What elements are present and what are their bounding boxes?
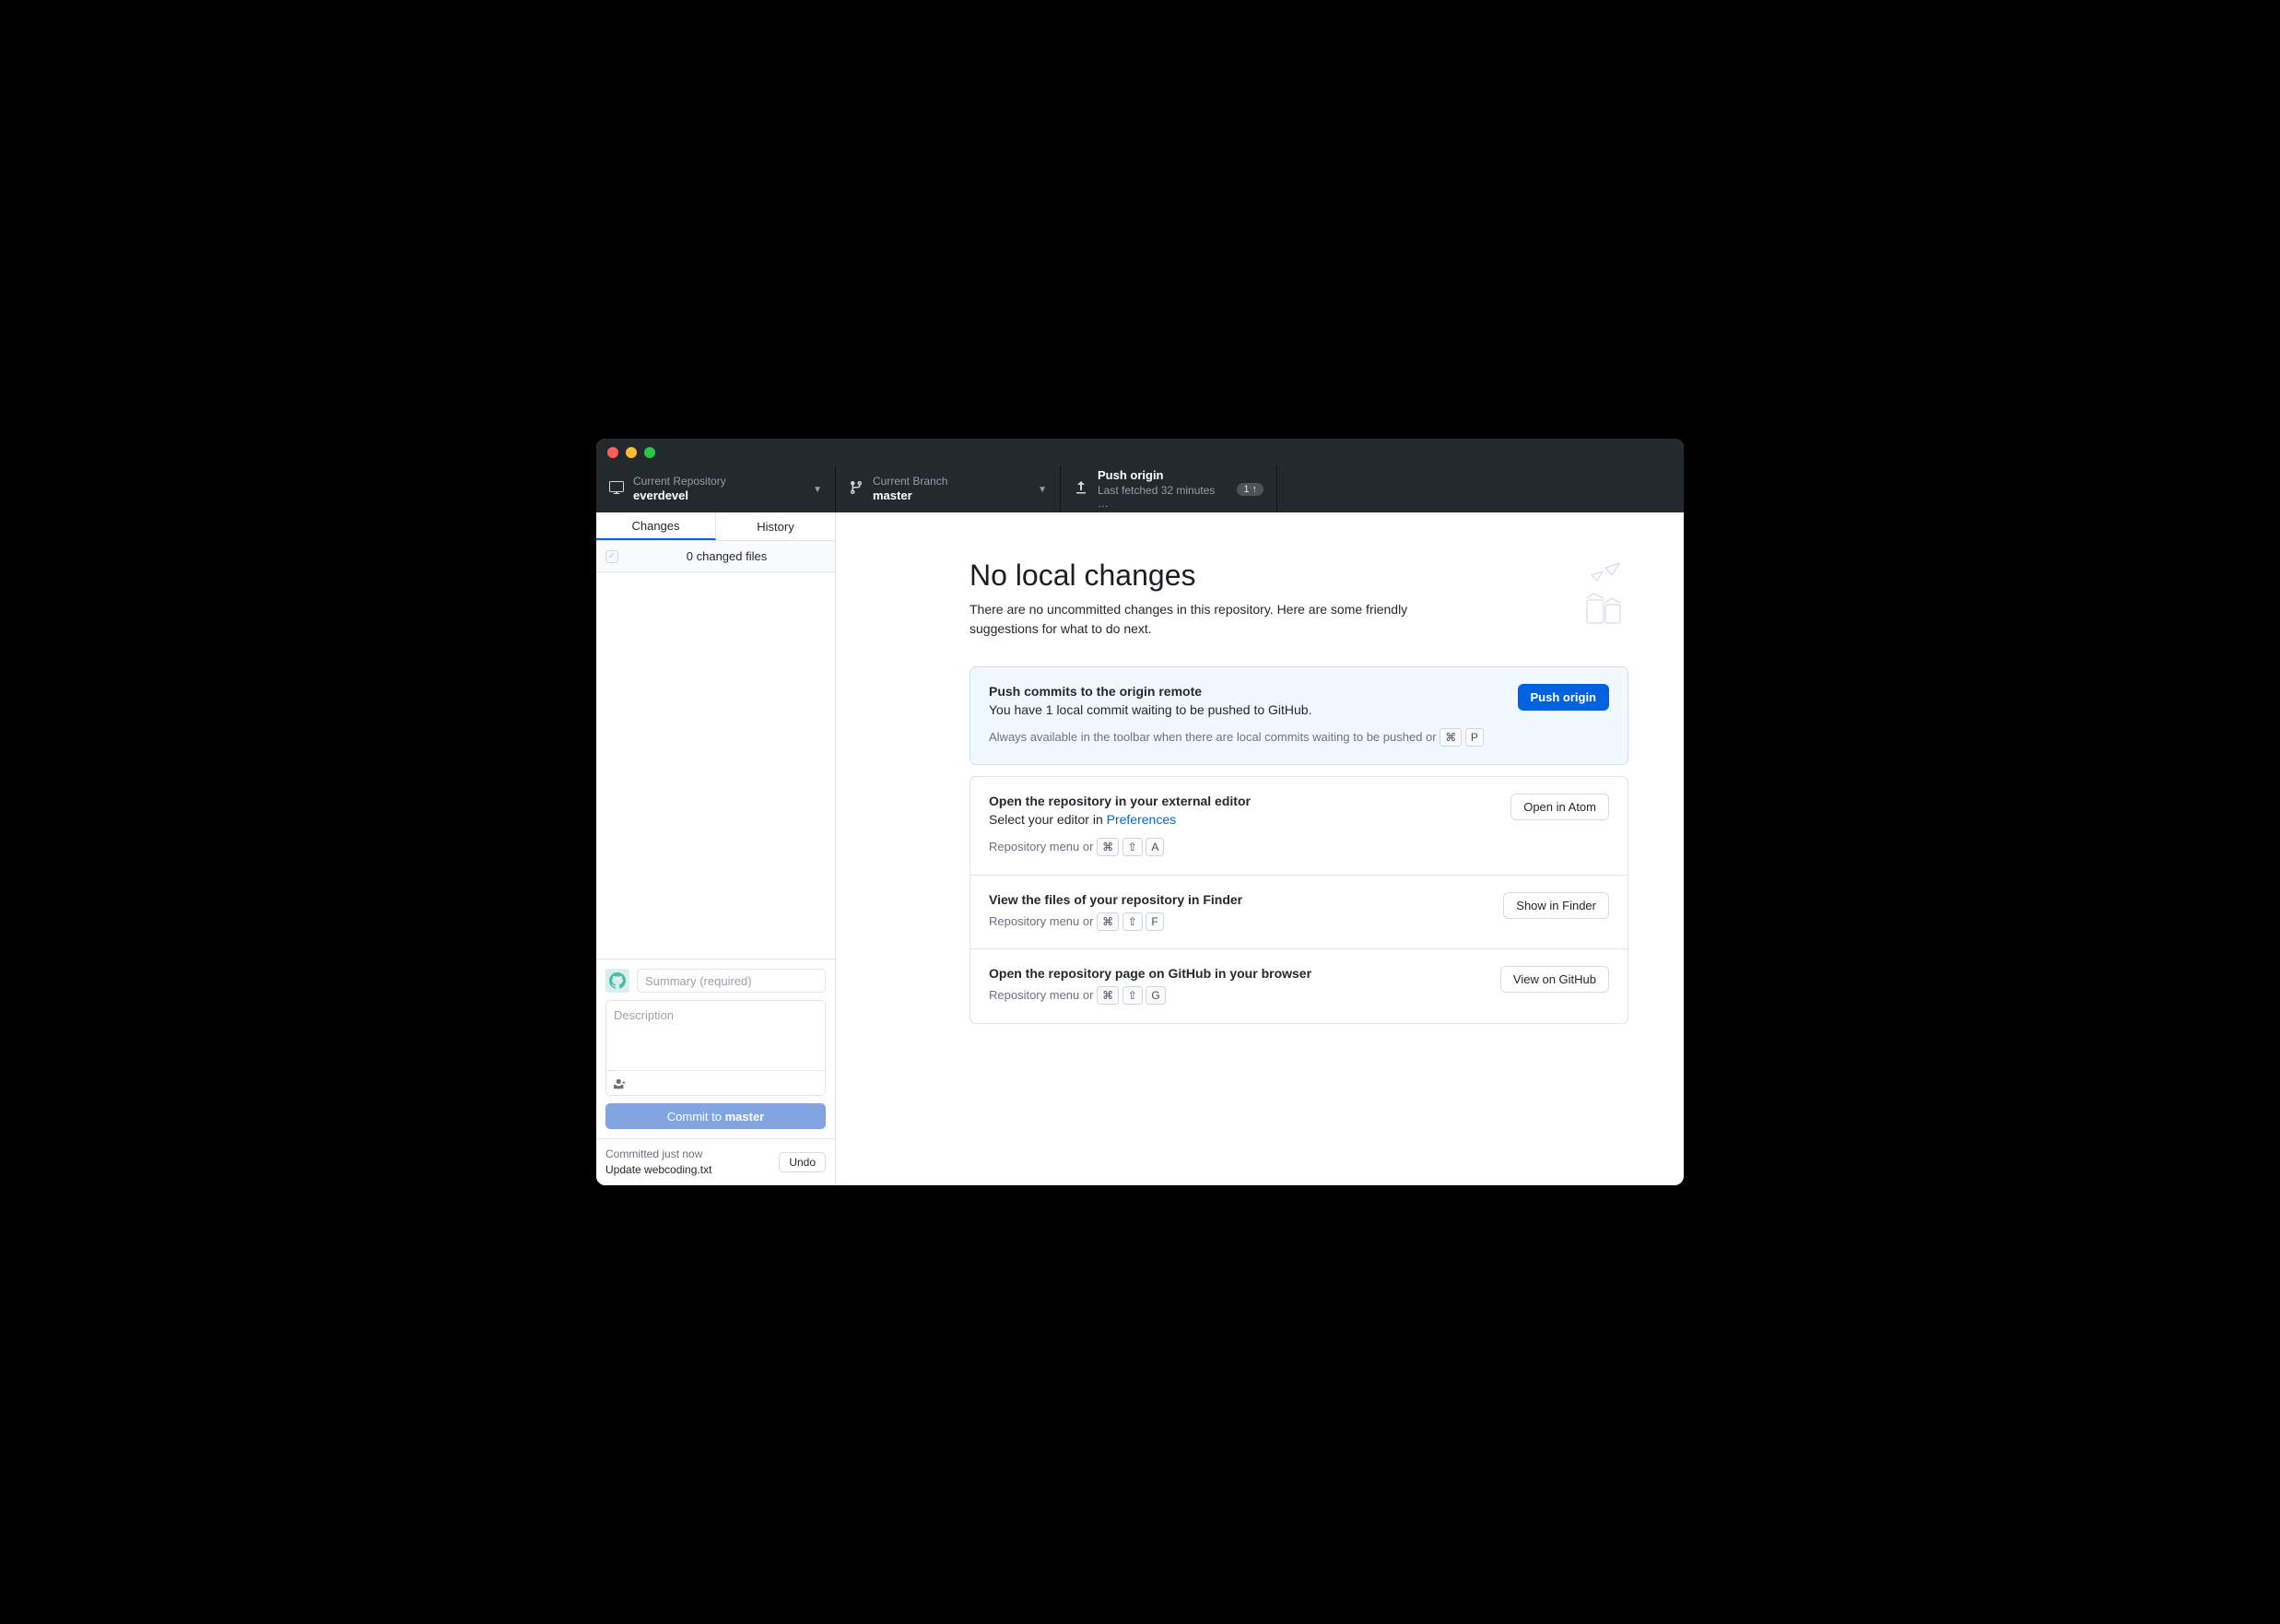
titlebar [596,439,1684,466]
editor-card-desc: Select your editor in Preferences [989,812,1492,827]
open-in-atom-button[interactable]: Open in Atom [1510,794,1609,820]
show-in-finder-button[interactable]: Show in Finder [1503,892,1609,919]
file-list [596,572,835,959]
push-value: Last fetched 32 minutes … [1098,484,1228,511]
add-coauthor-button[interactable] [606,1070,825,1095]
push-card-title: Push commits to the origin remote [989,684,1499,699]
undo-button[interactable]: Undo [779,1152,826,1172]
avatar [605,969,629,993]
view-on-github-button[interactable]: View on GitHub [1500,966,1609,993]
editor-card: Open the repository in your external edi… [970,776,1628,875]
sidebar: Changes History ✓ 0 changed files [596,512,836,1185]
chevron-down-icon: ▼ [1038,485,1047,495]
tab-changes[interactable]: Changes [596,512,716,540]
app-window: Current Repository everdevel ▼ Current B… [596,439,1684,1185]
chevron-down-icon: ▼ [813,485,822,495]
push-card-hint: Always available in the toolbar when the… [989,726,1499,747]
push-origin-button[interactable]: Push origin Last fetched 32 minutes … 1↑ [1061,466,1277,512]
github-card-hint: Repository menu or ⌘ ⇧ G [989,984,1482,1006]
minimize-window-button[interactable] [626,447,637,458]
changes-count: 0 changed files [628,549,826,563]
last-commit-bar: Committed just now Update webcoding.txt … [596,1138,835,1185]
decorative-illustration [1555,559,1628,637]
changes-header: ✓ 0 changed files [596,541,835,572]
last-commit-time: Committed just now [605,1147,711,1162]
repo-label: Current Repository [633,475,804,488]
page-title: No local changes [970,559,1628,593]
github-card: Open the repository page on GitHub in yo… [970,949,1628,1023]
push-origin-action-button[interactable]: Push origin [1518,684,1610,711]
current-repository-dropdown[interactable]: Current Repository everdevel ▼ [596,466,836,512]
last-commit-message: Update webcoding.txt [605,1162,711,1178]
select-all-checkbox[interactable]: ✓ [605,550,618,563]
finder-card: View the files of your repository in Fin… [970,876,1628,949]
github-card-title: Open the repository page on GitHub in yo… [989,966,1482,981]
repo-value: everdevel [633,488,804,504]
toolbar: Current Repository everdevel ▼ Current B… [596,466,1684,512]
push-card: Push commits to the origin remote You ha… [970,666,1628,765]
branch-icon [849,480,864,500]
content-area: Changes History ✓ 0 changed files [596,512,1684,1185]
commit-form: Commit to master [596,959,835,1138]
finder-card-title: View the files of your repository in Fin… [989,892,1485,907]
editor-card-title: Open the repository in your external edi… [989,794,1492,808]
push-card-desc: You have 1 local commit waiting to be pu… [989,702,1499,717]
push-label: Push origin [1098,468,1228,484]
current-branch-dropdown[interactable]: Current Branch master ▼ [836,466,1061,512]
finder-card-hint: Repository menu or ⌘ ⇧ F [989,911,1485,932]
commit-description-input[interactable] [606,1001,825,1065]
commit-summary-input[interactable] [637,969,826,993]
editor-card-hint: Repository menu or ⌘ ⇧ A [989,836,1492,857]
commit-button[interactable]: Commit to master [605,1103,826,1129]
close-window-button[interactable] [607,447,618,458]
push-badge: 1↑ [1237,483,1263,496]
desktop-icon [609,480,624,500]
branch-label: Current Branch [873,475,1028,488]
sidebar-tabs: Changes History [596,512,835,541]
tab-history[interactable]: History [716,512,835,540]
upload-icon [1074,480,1088,500]
page-subtitle: There are no uncommitted changes in this… [970,600,1467,639]
main-content: No local changes There are no uncommitte… [836,512,1684,1185]
preferences-link[interactable]: Preferences [1107,812,1176,827]
maximize-window-button[interactable] [644,447,655,458]
branch-value: master [873,488,1028,504]
